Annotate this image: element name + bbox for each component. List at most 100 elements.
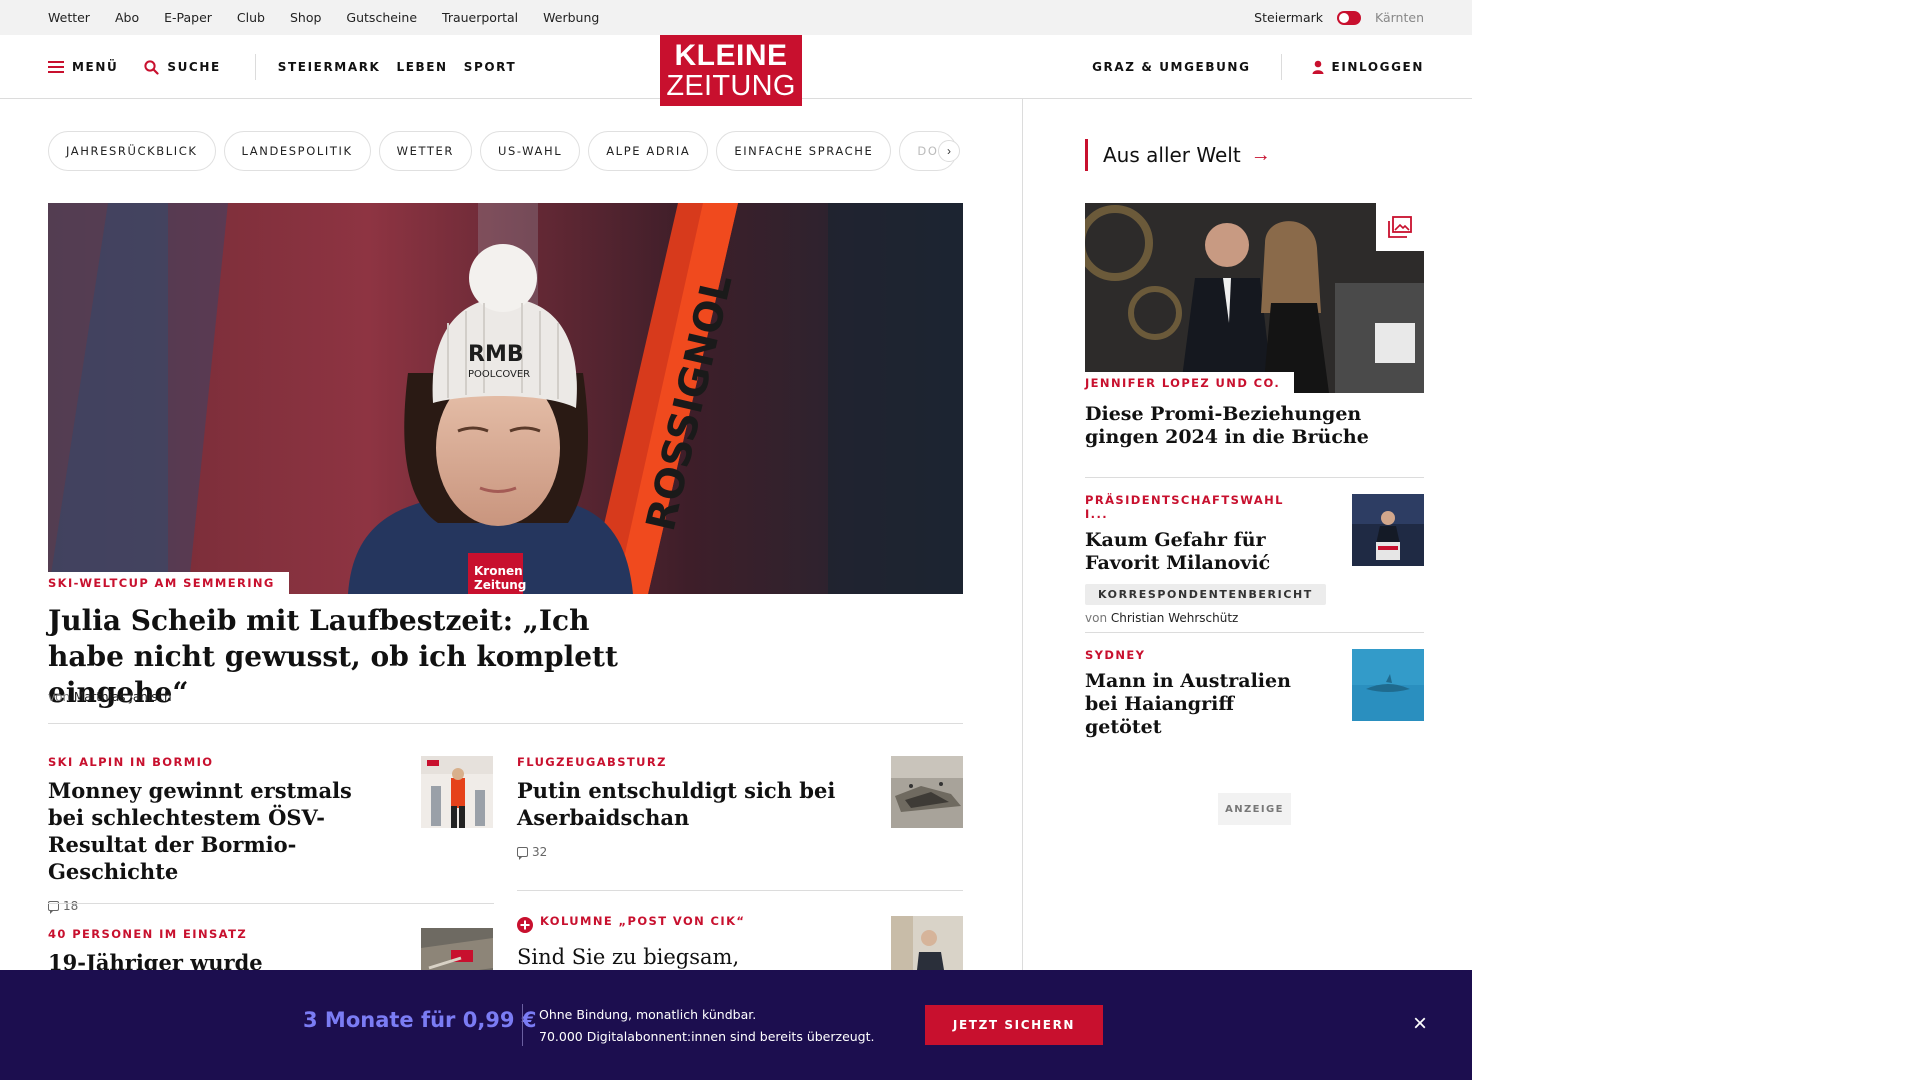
tag-landespolitik[interactable]: LANDESPOLITIK — [223, 131, 371, 171]
util-link-trauerportal[interactable]: Trauerportal — [442, 10, 518, 25]
page-margin — [1472, 0, 1920, 1080]
article-card[interactable]: SKI ALPIN IN BORMIO Monney gewinnt erstm… — [48, 755, 378, 914]
jetzt-sichern-button[interactable]: JETZT SICHERN — [925, 1005, 1103, 1045]
nav-divider — [254, 54, 256, 80]
article-title[interactable]: Putin entschuldigt sich bei Aserbaidscha… — [517, 777, 837, 831]
nav-leben[interactable]: LEBEN — [396, 60, 447, 74]
article-title[interactable]: Mann in Australien bei Haiangriff getöte… — [1085, 670, 1305, 739]
login-button[interactable]: EINLOGGEN — [1312, 60, 1424, 74]
tag-jahresrueckblick[interactable]: JAHRESRÜCKBLICK — [48, 131, 216, 171]
article-card[interactable]: PRÄSIDENTSCHAFTSWAHL I... Kaum Gefahr fü… — [1085, 493, 1326, 625]
user-icon — [1312, 60, 1324, 74]
thumb-shark-photo — [1352, 649, 1424, 721]
article-title[interactable]: Kaum Gefahr für Favorit Milanović — [1085, 529, 1305, 575]
featured-photo — [1085, 203, 1424, 393]
nav-steiermark[interactable]: STEIERMARK — [278, 60, 381, 74]
promo-text: Ohne Bindung, monatlich kündbar. 70.000 … — [539, 1004, 875, 1048]
featured-card[interactable]: Diese Promi-Beziehungen gingen 2024 in d… — [1085, 403, 1385, 449]
logo-line1: KLEINE — [674, 38, 788, 72]
logo-line2: ZEITUNG — [666, 69, 796, 102]
featured-kicker-text: JENNIFER LOPEZ UND CO. — [1085, 375, 1281, 390]
util-link-wetter[interactable]: Wetter — [48, 10, 90, 25]
byline-prefix: von — [48, 690, 71, 704]
article-thumbnail[interactable] — [891, 756, 963, 828]
tags-scroll-right-button[interactable]: › — [938, 140, 960, 162]
comment-count[interactable]: 18 — [48, 899, 378, 914]
thumb-election-photo — [1352, 494, 1424, 566]
search-button[interactable]: SUCHE — [144, 59, 220, 75]
close-icon: × — [1412, 1010, 1427, 1037]
article-card[interactable]: 40 PERSONEN IM EINSATZ 19-Jähriger wurde — [48, 927, 378, 976]
hero-image[interactable]: ROSSIGNOL Kronen Zeitung RMB POOLCOVER — [48, 203, 963, 594]
tag-einfache-sprache[interactable]: EINFACHE SPRACHE — [716, 131, 892, 171]
article-thumbnail[interactable] — [1352, 649, 1424, 721]
hero-byline: von Matthias Janisch — [48, 690, 172, 704]
region-steiermark[interactable]: Steiermark — [1254, 10, 1323, 25]
beanie-sub-text: POOLCOVER — [468, 369, 530, 380]
util-link-gutscheine[interactable]: Gutscheine — [346, 10, 417, 25]
util-link-club[interactable]: Club — [237, 10, 265, 25]
page: Wetter Abo E-Paper Club Shop Gutscheine … — [0, 0, 1472, 1080]
column-divider — [1022, 99, 1023, 1080]
menu-button[interactable]: MENÜ — [48, 60, 118, 74]
utility-links: Wetter Abo E-Paper Club Shop Gutscheine … — [48, 0, 624, 35]
article-byline: von Christian Wehrschütz — [1085, 611, 1305, 625]
util-link-abo[interactable]: Abo — [115, 10, 139, 25]
promo-line2: 70.000 Digitalabonnent:innen sind bereit… — [539, 1029, 875, 1044]
promo-price: 3 Monate für 0,99 € — [303, 1008, 537, 1032]
featured-title[interactable]: Diese Promi-Beziehungen gingen 2024 in d… — [1085, 403, 1385, 449]
hero-kicker-text: SKI-WELTCUP AM SEMMERING — [48, 576, 275, 590]
util-link-shop[interactable]: Shop — [290, 10, 321, 25]
article-thumbnail[interactable] — [1352, 494, 1424, 566]
search-icon — [144, 59, 159, 75]
featured-kicker: JENNIFER LOPEZ UND CO. — [1085, 372, 1295, 393]
comment-count[interactable]: 32 — [517, 845, 837, 860]
thumb-crash-photo — [891, 756, 963, 828]
nav-graz-umgebung[interactable]: GRAZ & UMGEBUNG — [1092, 60, 1250, 74]
badge-row: KORRESPONDENTENBERICHT — [1085, 584, 1326, 605]
tag-alpe-adria[interactable]: ALPE ADRIA — [588, 131, 709, 171]
article-kicker: 40 PERSONEN IM EINSATZ — [48, 927, 248, 941]
article-thumbnail[interactable] — [421, 756, 493, 828]
region-switch: Steiermark Kärnten — [1254, 0, 1424, 35]
util-link-epaper[interactable]: E-Paper — [164, 10, 212, 25]
article-card[interactable]: FLUGZEUGABSTURZ Putin entschuldigt sich … — [517, 755, 837, 860]
promo-close-button[interactable]: × — [1409, 1010, 1431, 1037]
article-kicker: KOLUMNE „POST VON CIK“ — [540, 914, 746, 928]
hero-kicker: SKI-WELTCUP AM SEMMERING — [48, 572, 289, 594]
article-kicker: SYDNEY — [1085, 648, 1146, 662]
tag-us-wahl[interactable]: US-WAHL — [479, 131, 581, 171]
tag-wetter[interactable]: WETTER — [378, 131, 472, 171]
nav-divider-right — [1280, 54, 1282, 80]
article-card[interactable]: KOLUMNE „POST VON CIK“ Sind Sie zu biegs… — [517, 914, 847, 971]
section-header-aus-aller-welt[interactable]: Aus aller Welt → — [1085, 139, 1271, 171]
topic-tags: JAHRESRÜCKBLICK LANDESPOLITIK WETTER US-… — [48, 131, 963, 171]
hamburger-icon — [48, 61, 64, 73]
util-link-werbung[interactable]: Werbung — [543, 10, 599, 25]
divider — [1085, 632, 1424, 633]
article-author[interactable]: Christian Wehrschütz — [1111, 611, 1238, 625]
beanie-logo-text: RMB — [468, 342, 524, 367]
divider — [48, 723, 963, 724]
comment-icon — [517, 847, 528, 860]
region-toggle[interactable] — [1337, 10, 1361, 25]
divider — [517, 890, 963, 891]
login-label: EINLOGGEN — [1331, 60, 1424, 74]
site-logo[interactable]: KLEINE ZEITUNG — [660, 35, 802, 106]
article-title[interactable]: Sind Sie zu biegsam, — [517, 944, 847, 971]
nav-sport[interactable]: SPORT — [464, 60, 517, 74]
hero-author[interactable]: Matthias Janisch — [74, 690, 172, 704]
article-card[interactable]: SYDNEY Mann in Australien bei Haiangriff… — [1085, 648, 1305, 739]
article-kicker: FLUGZEUGABSTURZ — [517, 755, 667, 769]
comment-count-value: 18 — [63, 899, 79, 913]
korrespondentenbericht-badge: KORRESPONDENTENBERICHT — [1085, 584, 1326, 605]
region-kaernten[interactable]: Kärnten — [1375, 10, 1424, 25]
featured-image[interactable] — [1085, 203, 1424, 393]
gallery-icon — [1388, 216, 1412, 238]
divider — [48, 903, 494, 904]
arrow-right-icon: → — [1250, 143, 1271, 166]
comment-count-value: 32 — [532, 845, 548, 859]
promo-divider — [522, 1004, 523, 1046]
chevron-right-icon: › — [947, 144, 951, 158]
article-title[interactable]: Monney gewinnt erstmals bei schlechteste… — [48, 777, 378, 885]
